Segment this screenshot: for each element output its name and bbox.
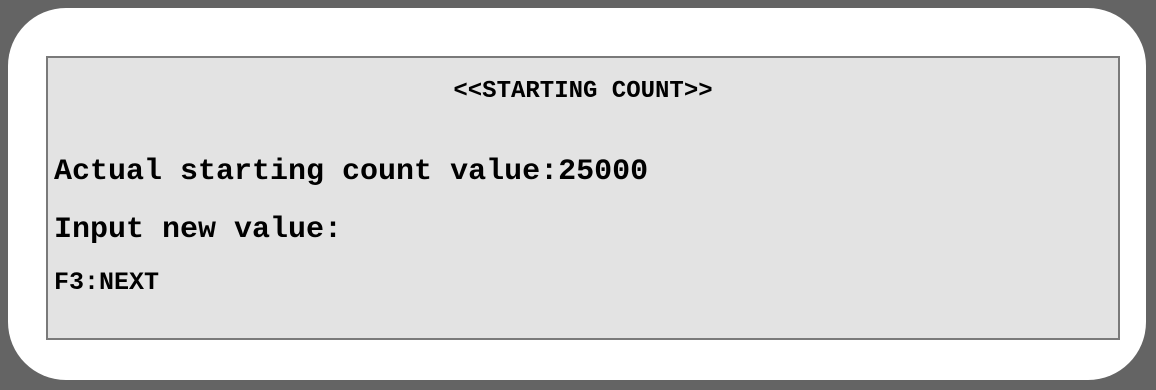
f3-next-key[interactable]: F3:NEXT: [54, 270, 159, 295]
input-row[interactable]: Input new value:: [54, 215, 342, 245]
actual-count-value: 25000: [558, 155, 649, 189]
actual-count-label: Actual starting count value:: [54, 155, 559, 189]
terminal-screen: <<STARTING COUNT>> Actual starting count…: [46, 56, 1120, 340]
input-new-value-label: Input new value:: [54, 213, 343, 247]
actual-count-row: Actual starting count value:25000: [54, 157, 648, 187]
screen-title: <<STARTING COUNT>>: [453, 78, 713, 105]
